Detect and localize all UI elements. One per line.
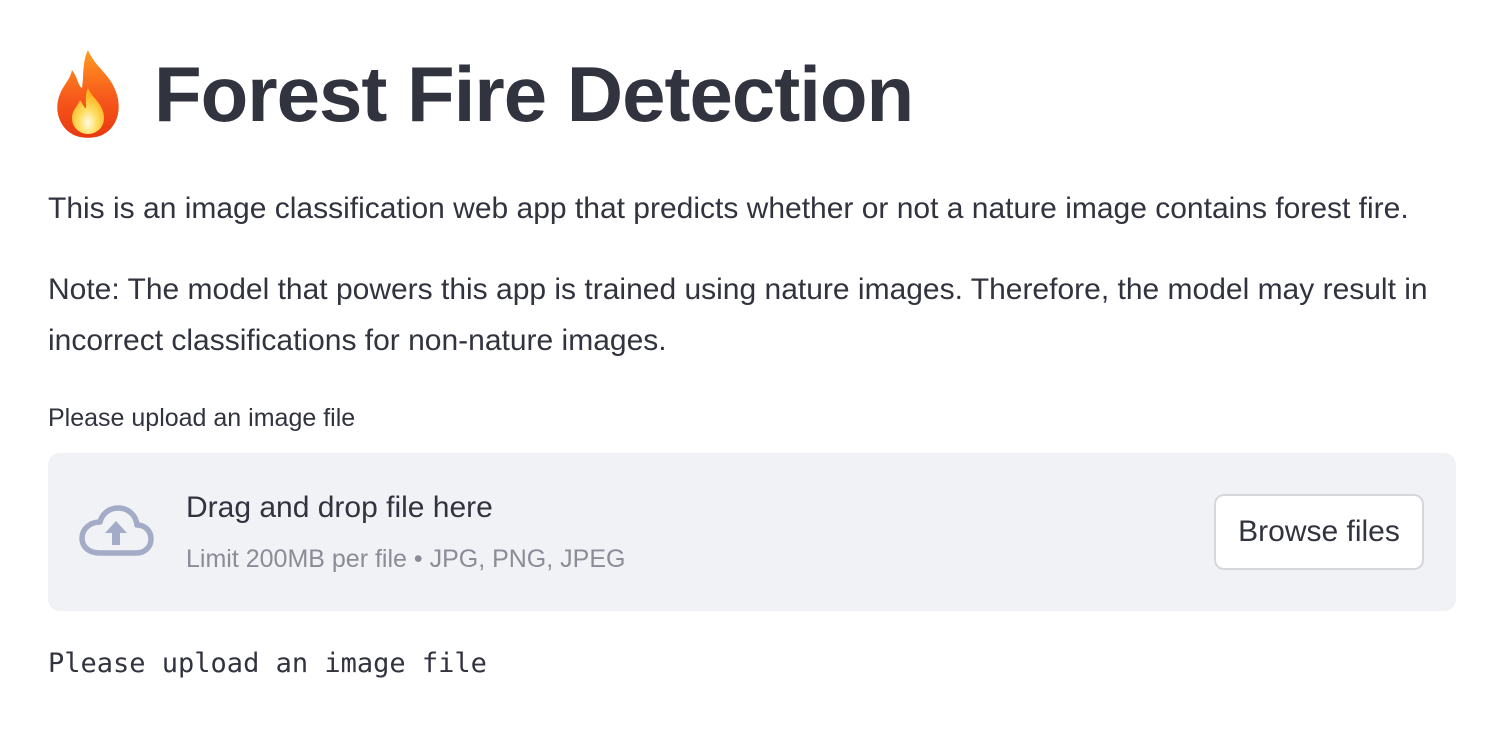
page-title: Forest Fire Detection [154, 50, 914, 138]
note-text: Note: The model that powers this app is … [48, 273, 1428, 357]
upload-label: Please upload an image file [48, 404, 356, 432]
file-dropzone[interactable]: Drag and drop file here Limit 200MB per … [48, 453, 1456, 611]
browse-files-button[interactable]: Browse files [1214, 494, 1424, 570]
dropzone-limit-text: Limit 200MB per file • JPG, PNG, JPEG [186, 545, 626, 573]
fire-icon [57, 50, 119, 138]
status-message: Please upload an image file [48, 648, 487, 679]
intro-text: This is an image classification web app … [48, 192, 1409, 225]
cloud-upload-icon [79, 505, 154, 556]
dropzone-title: Drag and drop file here [186, 491, 493, 524]
title-row: Forest Fire Detection [48, 44, 914, 144]
